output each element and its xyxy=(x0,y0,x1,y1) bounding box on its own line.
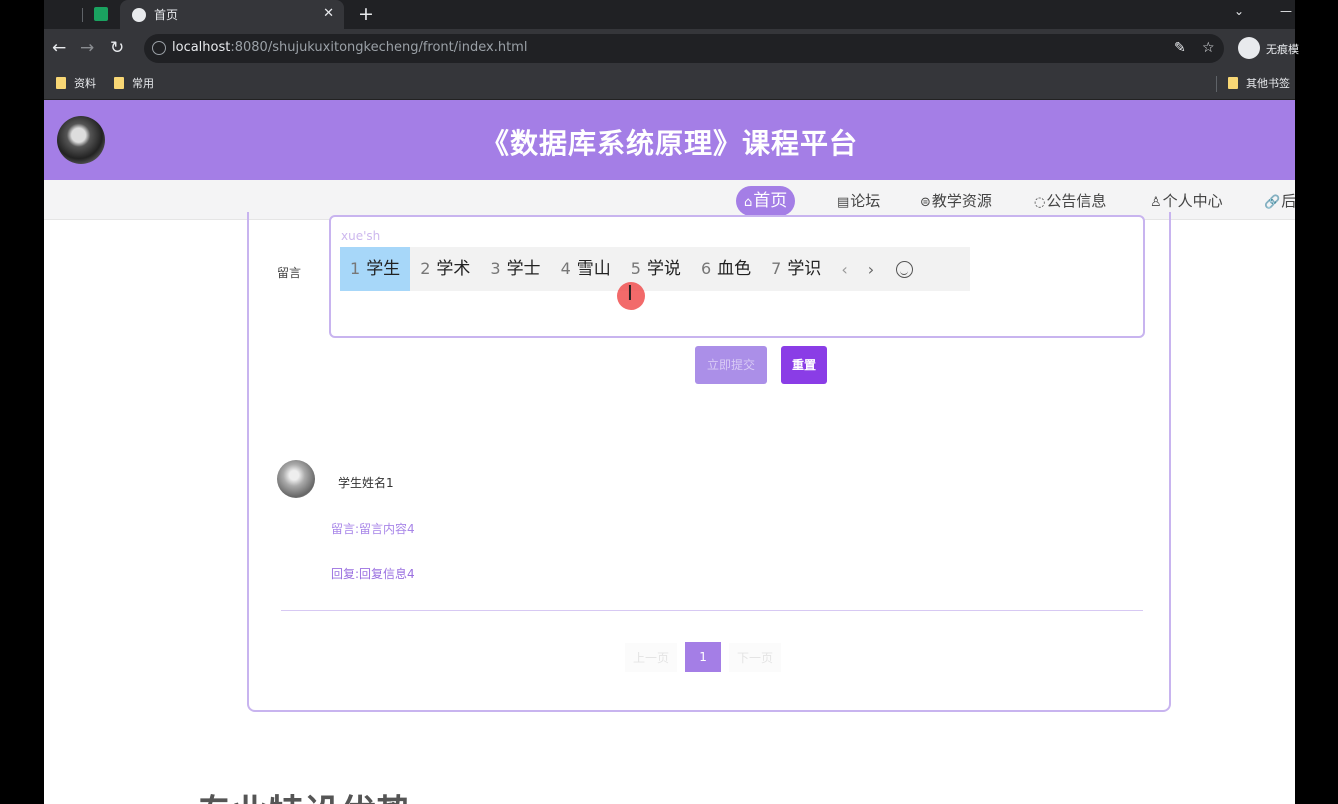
page-number[interactable]: 1 xyxy=(685,642,722,672)
browser-toolbar: ← → ↻ localhost:8080/shujukuxitongkechen… xyxy=(44,29,1299,68)
ime-candidate[interactable]: 4 雪山 xyxy=(551,247,621,291)
comment-author: 学生姓名1 xyxy=(338,476,394,490)
tab-separator xyxy=(82,8,83,22)
comment-content: 留言:留言内容4 xyxy=(331,522,415,536)
avatar xyxy=(277,460,315,498)
announcement-icon: ◌ xyxy=(1034,195,1046,210)
resources-icon: ⊜ xyxy=(920,195,931,210)
ime-candidate[interactable]: 1 学生 xyxy=(340,247,411,291)
tab-strip: 首页 ✕ + ⌄ — xyxy=(44,0,1295,29)
section-heading: 专业特设优势 xyxy=(196,784,412,804)
ime-candidate[interactable]: 2 学术 xyxy=(410,247,480,291)
ime-candidate[interactable]: 6 血色 xyxy=(691,247,761,291)
nav-admin[interactable]: 🔗后 xyxy=(1264,186,1295,216)
profile-name[interactable]: 无痕模 xyxy=(1266,41,1299,57)
chevron-down-icon[interactable]: ⌄ xyxy=(1234,4,1244,18)
ime-prev-page-icon[interactable]: ‹ xyxy=(831,260,857,279)
minimize-button[interactable]: — xyxy=(1280,4,1292,18)
user-icon: ♙ xyxy=(1150,195,1162,210)
message-board-card: 留言 xue'sh 1 学生 2 学术 3 学士 4 雪山 5 学说 6 血色 7 学识 ‹ … xyxy=(247,212,1171,712)
bookmark-folder[interactable]: 常用 xyxy=(114,75,154,91)
ime-composition: xue'sh xyxy=(341,229,381,243)
link-icon: 🔗 xyxy=(1264,195,1281,210)
message-textarea[interactable]: xue'sh 1 学生 2 学术 3 学士 4 雪山 5 学说 6 血色 7 学识 ‹ › I xyxy=(329,215,1145,338)
bookmark-folder[interactable]: 资料 xyxy=(56,75,96,91)
site-header: 《数据库系统原理》课程平台 xyxy=(44,100,1295,180)
emoji-icon[interactable] xyxy=(896,260,914,278)
ime-next-page-icon[interactable]: › xyxy=(858,260,884,279)
reload-button[interactable]: ↻ xyxy=(110,38,124,58)
comment-reply: 回复:回复信息4 xyxy=(331,567,415,581)
address-bar[interactable]: localhost:8080/shujukuxitongkecheng/fron… xyxy=(144,34,1224,63)
translate-icon[interactable]: ✎ xyxy=(1174,40,1186,56)
tab-home[interactable]: 首页 ✕ xyxy=(120,0,344,29)
tab-title: 首页 xyxy=(154,8,179,22)
message-label: 留言 xyxy=(277,266,302,280)
next-page-button[interactable]: 下一页 xyxy=(729,642,782,672)
home-icon: ⌂ xyxy=(744,195,753,210)
url-text[interactable]: localhost:8080/shujukuxitongkecheng/fron… xyxy=(172,40,527,55)
new-tab-button[interactable]: + xyxy=(358,3,374,25)
ime-candidate[interactable]: 7 学识 xyxy=(761,247,831,291)
ime-candidate[interactable]: 3 学士 xyxy=(480,247,550,291)
bookmark-divider xyxy=(1216,76,1217,92)
folder-icon xyxy=(1228,77,1238,89)
back-button[interactable]: ← xyxy=(52,38,66,58)
page-content: 《数据库系统原理》课程平台 ⌂首页 ▤论坛 ⊜教学资源 ◌公告信息 ♙个人中心 … xyxy=(44,100,1295,804)
folder-icon xyxy=(56,77,66,89)
bookmarks-bar: 资料 常用 其他书签 xyxy=(44,68,1295,100)
incognito-avatar[interactable] xyxy=(1238,37,1260,59)
prev-page-button[interactable]: 上一页 xyxy=(625,642,678,672)
globe-icon xyxy=(132,7,146,22)
text-cursor-icon: I xyxy=(627,281,633,305)
info-icon[interactable] xyxy=(152,41,166,55)
sheet-tab-icon[interactable] xyxy=(94,7,108,21)
folder-icon xyxy=(114,77,124,89)
star-icon[interactable]: ☆ xyxy=(1202,40,1215,56)
divider xyxy=(281,610,1143,611)
site-title: 《数据库系统原理》课程平台 xyxy=(480,127,858,160)
pagination: 上一页 1 下一页 xyxy=(625,642,782,672)
forum-icon: ▤ xyxy=(837,195,850,210)
other-bookmarks[interactable]: 其他书签 xyxy=(1228,75,1290,91)
forward-button[interactable]: → xyxy=(80,38,94,58)
close-icon[interactable]: ✕ xyxy=(323,6,334,21)
ime-candidate-bar: 1 学生 2 学术 3 学士 4 雪山 5 学说 6 血色 7 学识 ‹ › xyxy=(340,247,970,291)
browser-window: 首页 ✕ + ⌄ — ← → ↻ localhost:8080/shujukux… xyxy=(44,0,1299,100)
submit-button[interactable]: 立即提交 xyxy=(695,346,767,384)
reset-button[interactable]: 重置 xyxy=(781,346,827,384)
